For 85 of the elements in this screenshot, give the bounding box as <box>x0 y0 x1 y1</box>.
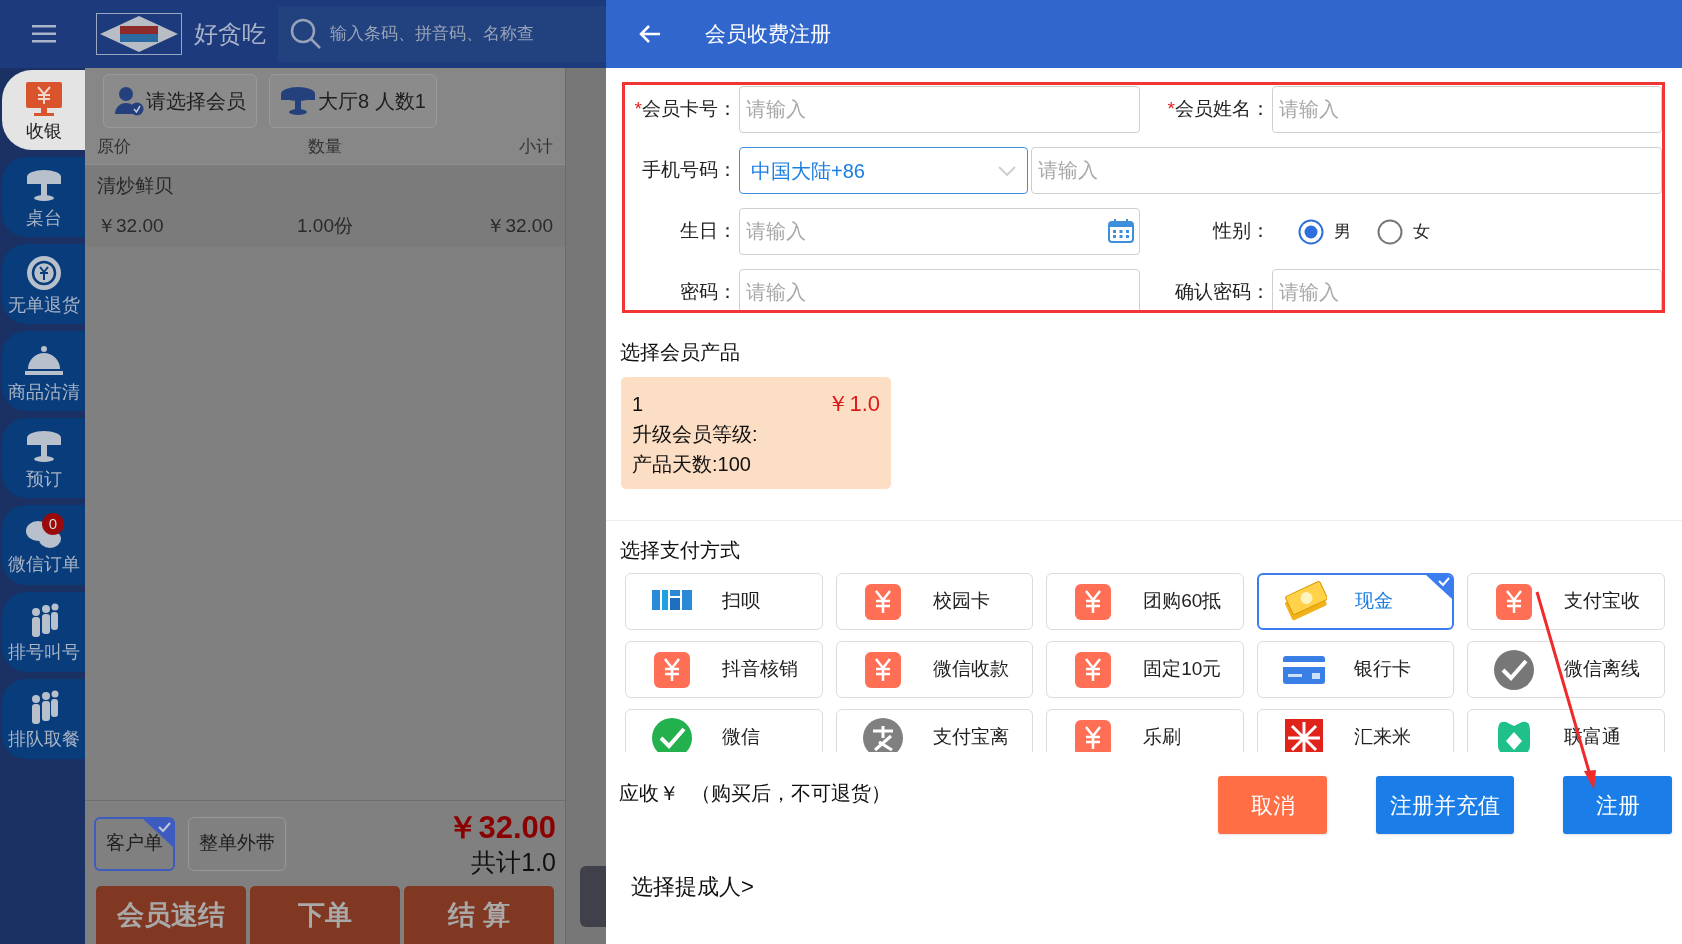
table-cell-text: 1.00份 <box>296 214 354 238</box>
payment-option[interactable]: 固定10元 <box>1046 641 1244 698</box>
payment-option[interactable]: 微信收款 <box>835 641 1034 698</box>
table-cell-text: ￥32.00 <box>97 214 165 238</box>
payment-option[interactable]: 支付宝离 <box>835 709 1034 752</box>
input-field[interactable]: 请输入 <box>739 208 1140 255</box>
field-label: 确认密码： <box>1175 281 1270 303</box>
note-text: （购买后，不可退货） <box>691 781 891 806</box>
product-detail: 升级会员等级: <box>632 422 759 447</box>
brand-name: 好贪吃 <box>194 19 266 49</box>
logo-icon <box>96 13 182 55</box>
payment-option[interactable]: 校园卡 <box>835 573 1034 630</box>
payment-option[interactable]: 扫呗 <box>625 573 823 630</box>
member-icon <box>114 86 144 116</box>
action-button[interactable]: 会员速结 <box>96 886 246 944</box>
input-field[interactable]: 请输入 <box>1272 269 1662 310</box>
field-label: 密码： <box>680 281 737 303</box>
sidebar-item[interactable]: 预订 <box>2 418 85 498</box>
check-circle-icon <box>1492 647 1537 692</box>
payment-option[interactable]: 汇来米 <box>1256 709 1455 752</box>
order-type-button[interactable]: 客户单 <box>94 816 175 871</box>
required-mark: * <box>1167 98 1175 120</box>
section-title: 选择会员产品 <box>620 340 741 365</box>
input-field[interactable]: 请输入 <box>1272 86 1662 133</box>
payment-option[interactable]: 抖音核销 <box>625 641 823 698</box>
product-card[interactable]: 1 ￥1.0 升级会员等级: 产品天数:100 <box>621 377 891 489</box>
table-icon <box>280 86 316 116</box>
back-arrow-icon[interactable] <box>639 24 661 44</box>
radio-option[interactable]: 男 <box>1298 218 1351 245</box>
radio-option[interactable]: 女 <box>1377 218 1430 245</box>
dialog-title: 会员收费注册 <box>705 21 831 48</box>
table-cell-text: ￥32.00 <box>485 214 553 238</box>
amount-due-label: 应收￥ <box>619 781 679 806</box>
payment-option[interactable]: 团购60抵 <box>1046 573 1244 630</box>
payment-option[interactable]: 微信 <box>625 709 823 752</box>
product-name: 1 <box>632 392 644 417</box>
toolbar-button[interactable]: 大厅8 人数1 <box>269 74 437 128</box>
field-label: 生日： <box>680 220 737 242</box>
total-amount: ￥32.00 <box>447 808 556 847</box>
payment-option[interactable]: 微信离线 <box>1467 641 1665 698</box>
count-badge: 0 <box>42 513 64 535</box>
sidebar-item[interactable]: 无单退货 <box>2 244 85 324</box>
chevron-down-icon <box>998 165 1016 176</box>
sidebar-item[interactable]: 排队取餐 <box>2 679 85 759</box>
input-field[interactable]: 请输入 <box>739 86 1140 133</box>
payment-option[interactable]: 支付宝收 <box>1467 573 1665 630</box>
item-name: 清炒鲜贝 <box>97 173 174 198</box>
required-mark: * <box>634 98 642 120</box>
toolbar-button[interactable]: 请选择会员 <box>103 74 257 128</box>
menu-icon[interactable] <box>32 25 56 43</box>
input-field[interactable]: 请输入 <box>1031 147 1662 194</box>
input-field[interactable]: 请输入 <box>739 269 1140 310</box>
dialog-button[interactable]: 注册 <box>1563 776 1672 834</box>
check-corner-icon <box>1426 575 1453 599</box>
calendar-icon <box>1108 219 1134 243</box>
search-icon <box>290 18 322 50</box>
action-button[interactable]: 下单 <box>250 886 400 944</box>
circle-logo-icon <box>860 715 905 752</box>
field-label: 会员姓名： <box>1175 98 1270 120</box>
item-count: 共计1.0 <box>471 847 556 879</box>
sidebar-item[interactable]: 0 微信订单 <box>2 505 85 585</box>
sidebar-item[interactable]: 收银 <box>2 70 85 150</box>
product-price: ￥1.0 <box>827 390 880 418</box>
column-header: 原价 <box>97 136 132 159</box>
dialog-button[interactable]: 注册并充值 <box>1376 776 1514 834</box>
commission-link[interactable]: 选择提成人> <box>631 870 754 903</box>
field-label: 会员卡号： <box>642 98 737 120</box>
payment-option[interactable]: 乐刷 <box>1046 709 1244 752</box>
refund-icon <box>24 254 63 292</box>
action-button[interactable]: 结 算 <box>404 886 554 944</box>
column-header: 小计 <box>518 136 553 159</box>
field-label: 性别： <box>1213 220 1270 242</box>
payment-option[interactable]: 银行卡 <box>1256 641 1455 698</box>
sidebar-item[interactable]: 排号叫号 <box>2 592 85 672</box>
field-label: 手机号码： <box>642 159 737 181</box>
section-title: 选择支付方式 <box>620 538 741 563</box>
order-type-button[interactable]: 整单外带 <box>188 816 286 871</box>
sidebar-item[interactable]: 桌台 <box>2 157 85 237</box>
country-select[interactable]: 中国大陆+86 <box>739 147 1028 194</box>
search-field[interactable]: 输入条码、拼音码、名称查 <box>278 6 606 62</box>
payment-option[interactable]: 现金 <box>1256 573 1455 630</box>
product-detail: 产品天数:100 <box>632 452 752 477</box>
monitor-icon <box>23 80 64 118</box>
sidebar-item[interactable]: 商品沽清 <box>2 331 85 411</box>
column-header: 数量 <box>307 136 343 159</box>
